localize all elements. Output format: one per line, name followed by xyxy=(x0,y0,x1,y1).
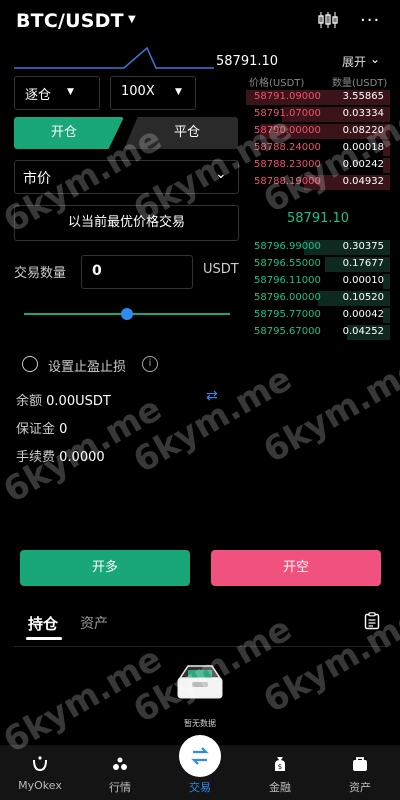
info-icon[interactable]: i xyxy=(142,356,158,372)
orderbook-price-header: 价格(USDT) xyxy=(249,78,305,89)
bid-price: 58795.77000 xyxy=(254,309,321,320)
ask-price: 58791.09000 xyxy=(254,91,321,102)
bid-qty: 0.30375 xyxy=(342,241,384,252)
open-long-button[interactable]: 开多 xyxy=(20,550,190,586)
qty-label: 交易数量 xyxy=(14,266,67,281)
candlestick-chart-icon[interactable] xyxy=(318,11,338,29)
qty-value: 0 xyxy=(92,263,102,279)
balance-row: 余额 0.00USDT xyxy=(16,390,111,409)
empty-state-text: 暂无数据 xyxy=(184,719,216,728)
leverage-select[interactable]: 100X ▼ xyxy=(110,76,196,110)
pair-title[interactable]: BTC/USDT xyxy=(16,10,124,32)
bid-qty: 0.10520 xyxy=(342,292,384,303)
nav-label-finance: 金融 xyxy=(269,781,291,794)
finance-icon: $ xyxy=(275,757,285,771)
bid-price: 58796.55000 xyxy=(254,258,321,269)
tab-positions[interactable]: 持仓 xyxy=(28,613,58,634)
bid-qty: 0.17677 xyxy=(342,258,384,269)
open-long-label: 开多 xyxy=(91,560,118,575)
nav-label-market: 行情 xyxy=(109,781,131,794)
nav-label-assets: 资产 xyxy=(349,781,371,794)
bid-row[interactable]: 58796.99000 0.30375 xyxy=(246,240,390,255)
bid-price: 58796.11000 xyxy=(254,275,321,286)
bid-qty: 0.04252 xyxy=(342,326,384,337)
ask-depth-bar xyxy=(383,158,390,173)
open-short-label: 开空 xyxy=(282,560,309,575)
margin-mode-select[interactable]: 逐仓 ▼ xyxy=(14,76,100,110)
bottom-nav: MyOkex 行情 交易 $ 金融 资产 xyxy=(0,735,400,800)
pair-caret-icon[interactable]: ▼ xyxy=(128,14,136,25)
leverage-label: 100X xyxy=(121,84,155,99)
bid-price: 58796.99000 xyxy=(254,241,321,252)
orderbook-qty-header: 数量(USDT) xyxy=(332,78,388,89)
margin-value: 0 xyxy=(59,422,68,437)
bid-row[interactable]: 58796.11000 0.00010 xyxy=(246,274,390,289)
price-sparkline xyxy=(14,46,214,69)
more-icon[interactable]: ··· xyxy=(360,10,380,31)
nav-label-trade: 交易 xyxy=(189,781,211,794)
margin-mode-label: 逐仓 xyxy=(25,88,52,103)
bid-depth-bar xyxy=(383,308,390,323)
bid-price: 58795.67000 xyxy=(254,326,321,337)
orderbook-mid-price: 58791.10 xyxy=(287,211,350,226)
trade-bubble xyxy=(179,735,221,777)
margin-row: 保证金 0 xyxy=(16,418,67,437)
market-icon xyxy=(113,757,127,770)
last-price: 58791.10 xyxy=(216,54,279,69)
tab-underline xyxy=(26,637,62,640)
bid-price: 58796.00000 xyxy=(254,292,321,303)
tab-assets[interactable]: 资产 xyxy=(80,613,108,633)
ask-row[interactable]: 58791.09000 3.55865 xyxy=(246,90,390,105)
bid-row[interactable]: 58796.00000 0.10520 xyxy=(246,291,390,306)
chevron-down-icon[interactable]: ⌄ xyxy=(370,52,380,66)
qty-input[interactable]: 0 xyxy=(81,255,193,289)
bid-row[interactable]: 58795.77000 0.00042 xyxy=(246,308,390,323)
bid-row[interactable]: 58795.67000 0.04252 xyxy=(246,325,390,340)
assets-icon xyxy=(353,757,367,771)
tpsl-label: 设置止盈止损 xyxy=(48,360,127,375)
nav-item-assets[interactable]: 资产 xyxy=(320,745,400,800)
nav-label-myokex: MyOkex xyxy=(18,779,62,792)
svg-text:$: $ xyxy=(278,763,282,771)
qty-unit: USDT xyxy=(203,262,239,277)
nav-item-market[interactable]: 行情 xyxy=(80,745,160,800)
margin-label: 保证金 xyxy=(16,422,56,437)
balance-value: 0.00USDT xyxy=(46,394,111,409)
bid-row[interactable]: 58796.55000 0.17677 xyxy=(246,257,390,272)
qty-slider-thumb[interactable] xyxy=(121,308,133,320)
profile-icon xyxy=(33,756,47,772)
margin-mode-caret-icon: ▼ xyxy=(67,87,74,97)
balance-label: 余额 xyxy=(16,394,43,409)
bid-qty: 0.00010 xyxy=(342,275,384,286)
expand-link[interactable]: 展开 xyxy=(342,53,366,70)
nav-item-trade[interactable]: 交易 xyxy=(160,735,240,800)
leverage-caret-icon: ▼ xyxy=(175,87,182,97)
tpsl-radio[interactable] xyxy=(22,356,38,372)
bid-depth-bar xyxy=(383,274,390,289)
nav-item-finance[interactable]: $ 金融 xyxy=(240,745,320,800)
open-short-button[interactable]: 开空 xyxy=(211,550,381,586)
trade-icon xyxy=(191,747,209,765)
bid-qty: 0.00042 xyxy=(342,309,384,320)
ask-qty: 3.55865 xyxy=(342,91,384,102)
